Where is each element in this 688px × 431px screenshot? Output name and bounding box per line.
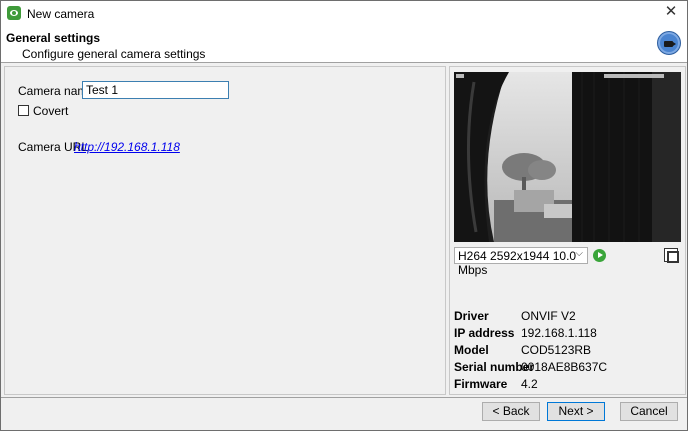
new-camera-dialog: New camera ✕ General settings Configure … bbox=[0, 0, 688, 431]
fullscreen-icon[interactable] bbox=[664, 248, 679, 263]
info-key: Firmware bbox=[454, 377, 508, 391]
title-bar: New camera ✕ bbox=[1, 1, 687, 25]
camera-icon bbox=[657, 31, 681, 55]
info-value: 0018AE8B637C bbox=[521, 360, 608, 374]
info-row-serial-number: Serial number 0018AE8B637C bbox=[454, 360, 682, 378]
page-subtitle: Configure general camera settings bbox=[22, 47, 206, 61]
info-key: Model bbox=[454, 343, 489, 357]
info-key: Driver bbox=[454, 309, 489, 323]
osd-label bbox=[456, 74, 464, 78]
eye-icon bbox=[7, 6, 21, 20]
next-button[interactable]: Next > bbox=[547, 402, 605, 421]
close-icon[interactable]: ✕ bbox=[663, 4, 679, 20]
footer-divider bbox=[1, 397, 687, 398]
info-value: ONVIF V2 bbox=[521, 309, 576, 323]
back-button[interactable]: < Back bbox=[482, 402, 540, 421]
info-row-firmware: Firmware 4.2 bbox=[454, 377, 682, 395]
info-key: IP address bbox=[454, 326, 515, 340]
camera-preview-panel: H264 2592x1944 10.0 Mbps ⌵ Driver ONVIF … bbox=[449, 66, 686, 395]
page-header: General settings Configure general camer… bbox=[1, 25, 687, 63]
info-value: COD5123RB bbox=[521, 343, 592, 357]
door bbox=[572, 72, 652, 242]
info-row-driver: Driver ONVIF V2 bbox=[454, 309, 682, 327]
chevron-down-icon: ⌵ bbox=[575, 248, 583, 259]
camera-preview-image bbox=[454, 72, 681, 242]
cancel-button[interactable]: Cancel bbox=[620, 402, 678, 421]
stream-select-value: H264 2592x1944 10.0 Mbps bbox=[458, 249, 577, 277]
tree bbox=[528, 160, 556, 180]
info-value: 4.2 bbox=[521, 377, 538, 391]
covert-checkbox[interactable] bbox=[18, 105, 29, 116]
play-icon[interactable] bbox=[593, 249, 606, 262]
stream-select[interactable]: H264 2592x1944 10.0 Mbps ⌵ bbox=[454, 247, 588, 277]
page-title: General settings bbox=[6, 31, 101, 45]
camera-name-input[interactable] bbox=[82, 81, 229, 99]
settings-panel: Camera name Covert Camera URL http://192… bbox=[4, 66, 446, 395]
camera-scene bbox=[454, 72, 681, 242]
wall bbox=[652, 72, 681, 242]
camera-url-link[interactable]: http://192.168.1.118 bbox=[74, 140, 180, 154]
covert-label[interactable]: Covert bbox=[33, 104, 68, 118]
info-row-model: Model COD5123RB bbox=[454, 343, 682, 361]
window-title: New camera bbox=[27, 7, 95, 21]
info-value: 192.168.1.118 bbox=[521, 326, 597, 340]
osd-timestamp bbox=[604, 74, 664, 78]
car bbox=[544, 204, 572, 218]
info-row-ip-address: IP address 192.168.1.118 bbox=[454, 326, 682, 344]
